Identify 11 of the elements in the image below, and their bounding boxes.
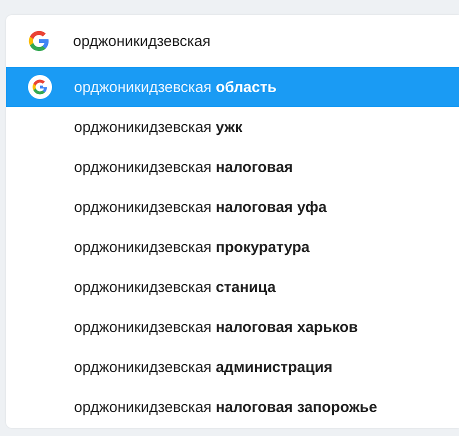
suggestion-item[interactable]: орджоникидзевская налоговая харьков: [6, 307, 459, 347]
google-icon: [28, 75, 52, 99]
suggestion-item[interactable]: орджоникидзевская ужк: [6, 107, 459, 147]
suggestion-item[interactable]: орджоникидзевская станица: [6, 267, 459, 307]
suggestion-item[interactable]: орджоникидзевская прокуратура: [6, 227, 459, 267]
google-icon: [28, 30, 50, 52]
suggestion-item[interactable]: орджоникидзевская налоговая уфа: [6, 187, 459, 227]
suggestion-item[interactable]: орджоникидзевская администрация: [6, 347, 459, 387]
suggestion-item[interactable]: орджоникидзевская налоговая запорожье: [6, 387, 459, 427]
suggestion-item[interactable]: орджоникидзевская налоговая: [6, 147, 459, 187]
search-field[interactable]: орджоникидзевская: [73, 32, 413, 50]
